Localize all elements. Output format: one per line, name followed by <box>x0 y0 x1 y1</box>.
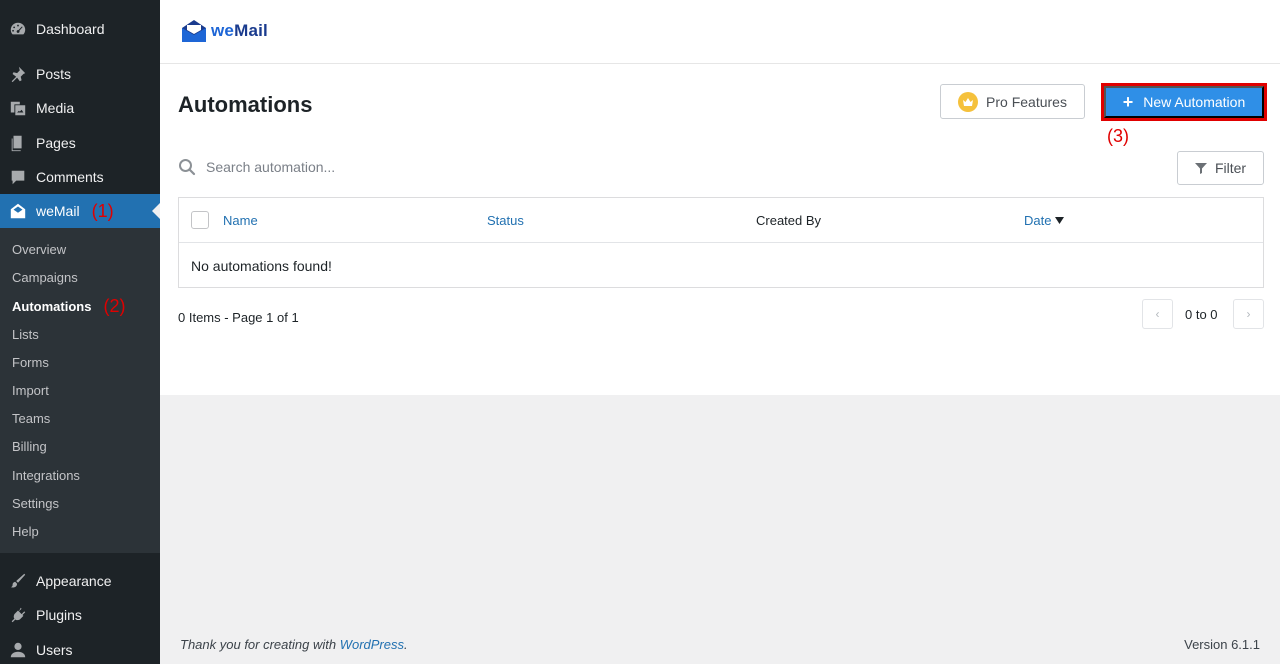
sidebar-item-label: Media <box>36 100 75 116</box>
pager-range: 0 to 0 <box>1185 307 1218 322</box>
sidebar-item-label: weMail <box>36 203 80 219</box>
column-header-created-by: Created By <box>756 213 822 228</box>
envelope-icon <box>0 202 36 220</box>
media-icon <box>0 99 36 117</box>
search-bar <box>178 158 506 176</box>
sort-down-icon <box>1055 217 1065 224</box>
page-title: Automations <box>178 92 313 117</box>
wemail-logo[interactable]: weMail <box>181 19 268 43</box>
submenu-item-overview[interactable]: Overview <box>12 239 66 259</box>
column-header-status[interactable]: Status <box>487 213 524 228</box>
search-icon <box>179 159 196 176</box>
pro-features-button[interactable]: Pro Features <box>940 84 1085 119</box>
submenu-item-integrations[interactable]: Integrations <box>12 465 80 485</box>
brush-icon <box>0 572 36 590</box>
pager-prev-button[interactable]: ‹ <box>1142 299 1173 329</box>
sidebar-item-label: Plugins <box>36 607 82 623</box>
submenu-item-campaigns[interactable]: Campaigns <box>12 267 78 287</box>
submenu-item-lists[interactable]: Lists <box>12 324 39 344</box>
sidebar-item-comments[interactable]: Comments <box>0 160 160 194</box>
submenu-item-settings[interactable]: Settings <box>12 493 59 513</box>
pages-icon <box>0 134 36 152</box>
submenu-item-label: Automations <box>12 298 92 314</box>
annotation-2: (2) <box>103 295 126 316</box>
footer-thanks-text: Thank you for creating with <box>180 637 340 652</box>
wordpress-link[interactable]: WordPress <box>340 637 404 652</box>
wemail-logo-text: weMail <box>211 21 268 40</box>
submenu-item-import[interactable]: Import <box>12 380 49 400</box>
pro-features-label: Pro Features <box>986 93 1067 110</box>
chevron-right-icon: › <box>1246 307 1251 321</box>
filter-icon <box>1194 163 1207 174</box>
column-header-date[interactable]: Date <box>1024 213 1065 228</box>
chevron-left-icon: ‹ <box>1155 307 1160 321</box>
wemail-logo-icon <box>182 20 206 42</box>
new-automation-label: New Automation <box>1143 94 1246 110</box>
pin-icon <box>0 65 36 83</box>
admin-sidebar: Dashboard Posts Media Pages Comments weM… <box>0 0 160 664</box>
submenu-item-teams[interactable]: Teams <box>12 408 50 428</box>
sidebar-item-label: Comments <box>36 169 104 185</box>
footer-thanks: Thank you for creating with WordPress. <box>180 637 408 652</box>
comment-icon <box>0 168 36 186</box>
sidebar-item-users[interactable]: Users <box>0 633 160 664</box>
table-header: Name Status Created By Date <box>179 198 1263 243</box>
sidebar-item-plugins[interactable]: Plugins <box>0 598 160 632</box>
sidebar-item-label: Users <box>36 642 73 658</box>
dashboard-icon <box>0 20 36 38</box>
footer-thanks-suffix: . <box>404 637 408 652</box>
wemail-submenu: Overview Campaigns Automations (2) Lists… <box>0 228 160 553</box>
column-header-name[interactable]: Name <box>223 213 258 228</box>
plug-icon <box>0 606 36 624</box>
search-input[interactable] <box>206 159 506 175</box>
user-icon <box>0 641 36 659</box>
sidebar-item-label: Appearance <box>36 573 112 589</box>
sidebar-item-label: Pages <box>36 135 76 151</box>
annotation-3: (3) <box>1107 126 1129 146</box>
pager-next-button[interactable]: › <box>1233 299 1264 329</box>
items-summary: 0 Items - Page 1 of 1 <box>178 310 299 325</box>
annotation-1: (1) <box>91 200 114 221</box>
sidebar-item-dashboard[interactable]: Dashboard <box>0 12 160 46</box>
select-all-checkbox[interactable] <box>191 211 209 229</box>
plus-icon: + <box>1122 92 1134 112</box>
submenu-item-automations[interactable]: Automations (2) <box>12 296 125 316</box>
sidebar-item-appearance[interactable]: Appearance <box>0 564 160 598</box>
filter-button[interactable]: Filter <box>1177 151 1264 185</box>
submenu-item-help[interactable]: Help <box>12 521 39 541</box>
sidebar-item-media[interactable]: Media <box>0 91 160 125</box>
crown-icon <box>958 91 979 112</box>
sidebar-item-label: Posts <box>36 66 72 82</box>
new-automation-highlight: + New Automation <box>1101 83 1267 121</box>
sidebar-item-wemail[interactable]: weMail (1) <box>0 194 160 228</box>
new-automation-button[interactable]: + New Automation <box>1104 86 1264 118</box>
empty-state-message: No automations found! <box>191 258 332 274</box>
footer-version: Version 6.1.1 <box>1184 637 1260 652</box>
sidebar-item-posts[interactable]: Posts <box>0 57 160 91</box>
submenu-item-billing[interactable]: Billing <box>12 436 47 456</box>
submenu-item-forms[interactable]: Forms <box>12 352 49 372</box>
automations-table: Name Status Created By Date No automatio… <box>178 197 1264 288</box>
sidebar-item-pages[interactable]: Pages <box>0 126 160 160</box>
wemail-header: weMail <box>160 0 1280 64</box>
sidebar-item-label: Dashboard <box>36 21 105 37</box>
filter-label: Filter <box>1214 160 1247 176</box>
column-header-date-label: Date <box>1024 213 1052 228</box>
